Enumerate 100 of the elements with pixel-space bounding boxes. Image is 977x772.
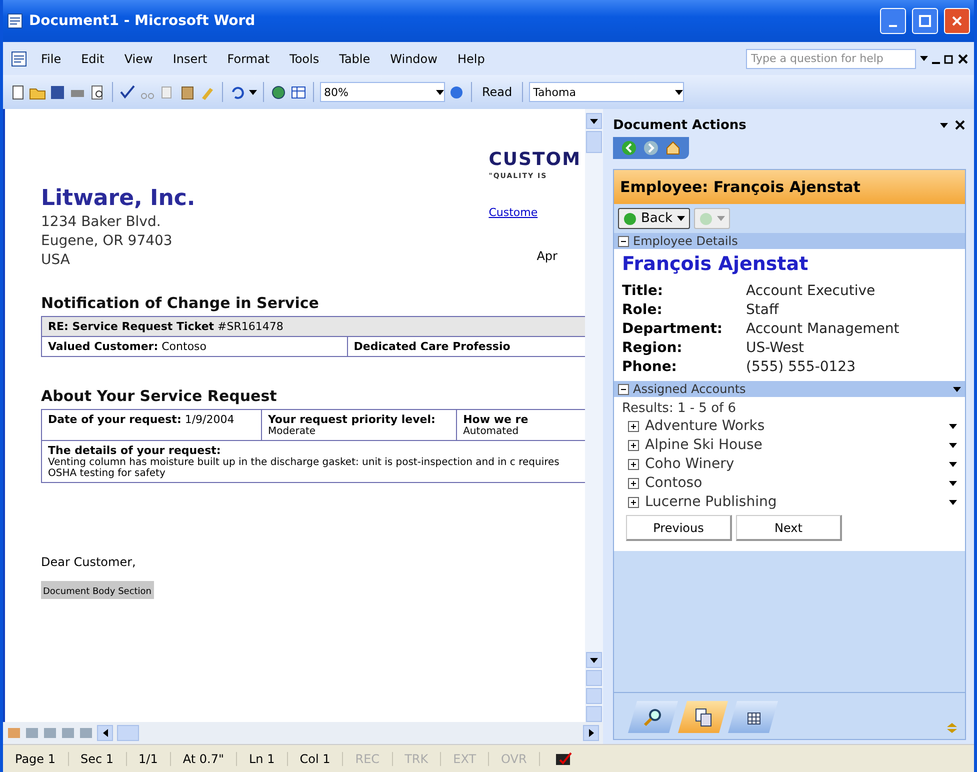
caret-icon: [675, 90, 684, 94]
account-item[interactable]: Contoso: [645, 475, 943, 491]
field-value: Staff: [746, 302, 780, 318]
close-button[interactable]: [944, 8, 970, 34]
expand-icon[interactable]: [628, 478, 639, 488]
back-button[interactable]: Back: [618, 208, 690, 229]
menu-item[interactable]: Tools: [282, 50, 328, 68]
pane-tab[interactable]: [728, 701, 778, 733]
font-combo[interactable]: Tahoma: [529, 82, 684, 102]
menu-item[interactable]: Table: [331, 50, 378, 68]
field-value: (555) 555-0123: [746, 359, 856, 375]
status-item: OVR: [489, 752, 540, 766]
account-item[interactable]: Adventure Works: [645, 418, 943, 434]
home-icon[interactable]: [665, 140, 681, 156]
dropdown-icon[interactable]: [953, 386, 961, 392]
menu-item[interactable]: View: [116, 50, 161, 68]
field-value: US-West: [746, 340, 806, 356]
expand-icon[interactable]: [628, 496, 639, 508]
minimize-button[interactable]: [880, 8, 906, 34]
status-item: Ln 1: [236, 752, 288, 766]
status-item: 1/1: [126, 752, 171, 766]
field-value: Account Management: [746, 321, 900, 337]
expand-icon[interactable]: [628, 420, 639, 432]
customer-link[interactable]: Custome: [488, 206, 538, 219]
read-button[interactable]: Read: [478, 83, 516, 101]
previous-button[interactable]: Previous: [626, 515, 732, 541]
menu-item[interactable]: Edit: [73, 50, 112, 68]
table-icon[interactable]: [290, 84, 307, 100]
caret-icon: [716, 216, 725, 221]
scroll-up-button[interactable]: [586, 113, 602, 129]
section-title: Assigned Accounts: [633, 382, 747, 396]
scroll-thumb[interactable]: [117, 725, 139, 741]
dropdown-icon[interactable]: [940, 122, 948, 128]
restore-icon[interactable]: [944, 54, 954, 64]
scroll-thumb[interactable]: [586, 131, 602, 153]
employee-header: Employee: François Ajenstat: [614, 170, 965, 204]
magnifier-icon: [643, 707, 663, 727]
menu-item[interactable]: Format: [219, 50, 278, 68]
menu-item[interactable]: Insert: [164, 50, 216, 68]
account-item[interactable]: Alpine Ski House: [645, 437, 943, 453]
date-text: Apr: [536, 249, 558, 263]
field-label: Role:: [622, 302, 664, 318]
documents-icon: [693, 707, 713, 727]
right-arrow-icon: [588, 729, 594, 737]
dropdown-icon[interactable]: [949, 500, 957, 504]
field-value: Account Executive: [746, 283, 876, 299]
menu-item[interactable]: File: [33, 50, 70, 68]
help-field[interactable]: Type a question for help: [746, 48, 916, 68]
section-heading: About Your Service Request: [41, 387, 278, 405]
close-icon[interactable]: [954, 120, 966, 130]
dropdown-icon[interactable]: [920, 56, 928, 61]
zoom-combo[interactable]: 80%: [320, 82, 445, 102]
collapse-icon[interactable]: [618, 236, 629, 246]
window-title: Document1 - Microsoft Word: [29, 13, 256, 29]
caret-icon: [436, 90, 444, 94]
document-menu-icon[interactable]: [9, 50, 29, 66]
greeting-text: Dear Customer,: [41, 555, 137, 569]
status-item: EXT: [441, 752, 490, 766]
section-title: Employee Details: [633, 234, 739, 248]
dropdown-icon[interactable]: [249, 90, 257, 94]
section-marker: Document Body Section: [41, 581, 154, 599]
maximize-button[interactable]: [912, 8, 938, 34]
expand-icon[interactable]: [628, 458, 639, 470]
address-line: USA: [41, 251, 71, 270]
status-item: REC: [343, 752, 393, 766]
field-label: Region:: [622, 340, 684, 356]
account-item[interactable]: Lucerne Publishing: [645, 494, 943, 510]
minimize-icon[interactable]: [932, 62, 940, 64]
dropdown-icon[interactable]: [949, 442, 957, 448]
address-line: Eugene, OR 97403: [41, 232, 174, 251]
account-item[interactable]: Coho Winery: [645, 456, 943, 472]
status-item: Sec 1: [68, 752, 127, 766]
close-icon[interactable]: [958, 54, 968, 64]
menu-item[interactable]: Window: [382, 50, 446, 68]
expand-icon[interactable]: [628, 440, 639, 450]
collapse-icon[interactable]: [618, 384, 629, 394]
dropdown-icon[interactable]: [949, 462, 957, 466]
status-item: TRK: [392, 752, 442, 766]
menu-item[interactable]: Help: [449, 50, 493, 68]
document-icon: [7, 13, 23, 29]
pane-title: Document Actions: [613, 118, 748, 132]
spelling-check-icon[interactable]: [119, 84, 136, 100]
scroll-right-button[interactable]: [583, 725, 599, 741]
next-button[interactable]: Next: [736, 515, 842, 541]
banner-title: CUSTOM: [488, 149, 581, 170]
scroll-left-button[interactable]: [97, 725, 113, 741]
pane-tab[interactable]: [678, 701, 728, 733]
field-label: Department:: [622, 321, 724, 337]
pane-tab[interactable]: [628, 701, 678, 733]
maximize-icon: [919, 15, 931, 27]
down-arrow-icon: [590, 658, 598, 662]
results-count: Results: 1 - 5 of 6: [622, 401, 738, 416]
scroll-down-button[interactable]: [586, 652, 602, 668]
status-item: Col 1: [288, 752, 344, 766]
dropdown-icon[interactable]: [949, 480, 957, 486]
close-icon: [951, 15, 963, 27]
dropdown-icon[interactable]: [949, 424, 957, 428]
status-item: At 0.7": [170, 752, 237, 766]
field-label: Phone:: [622, 359, 678, 375]
minimize-icon: [889, 25, 897, 27]
